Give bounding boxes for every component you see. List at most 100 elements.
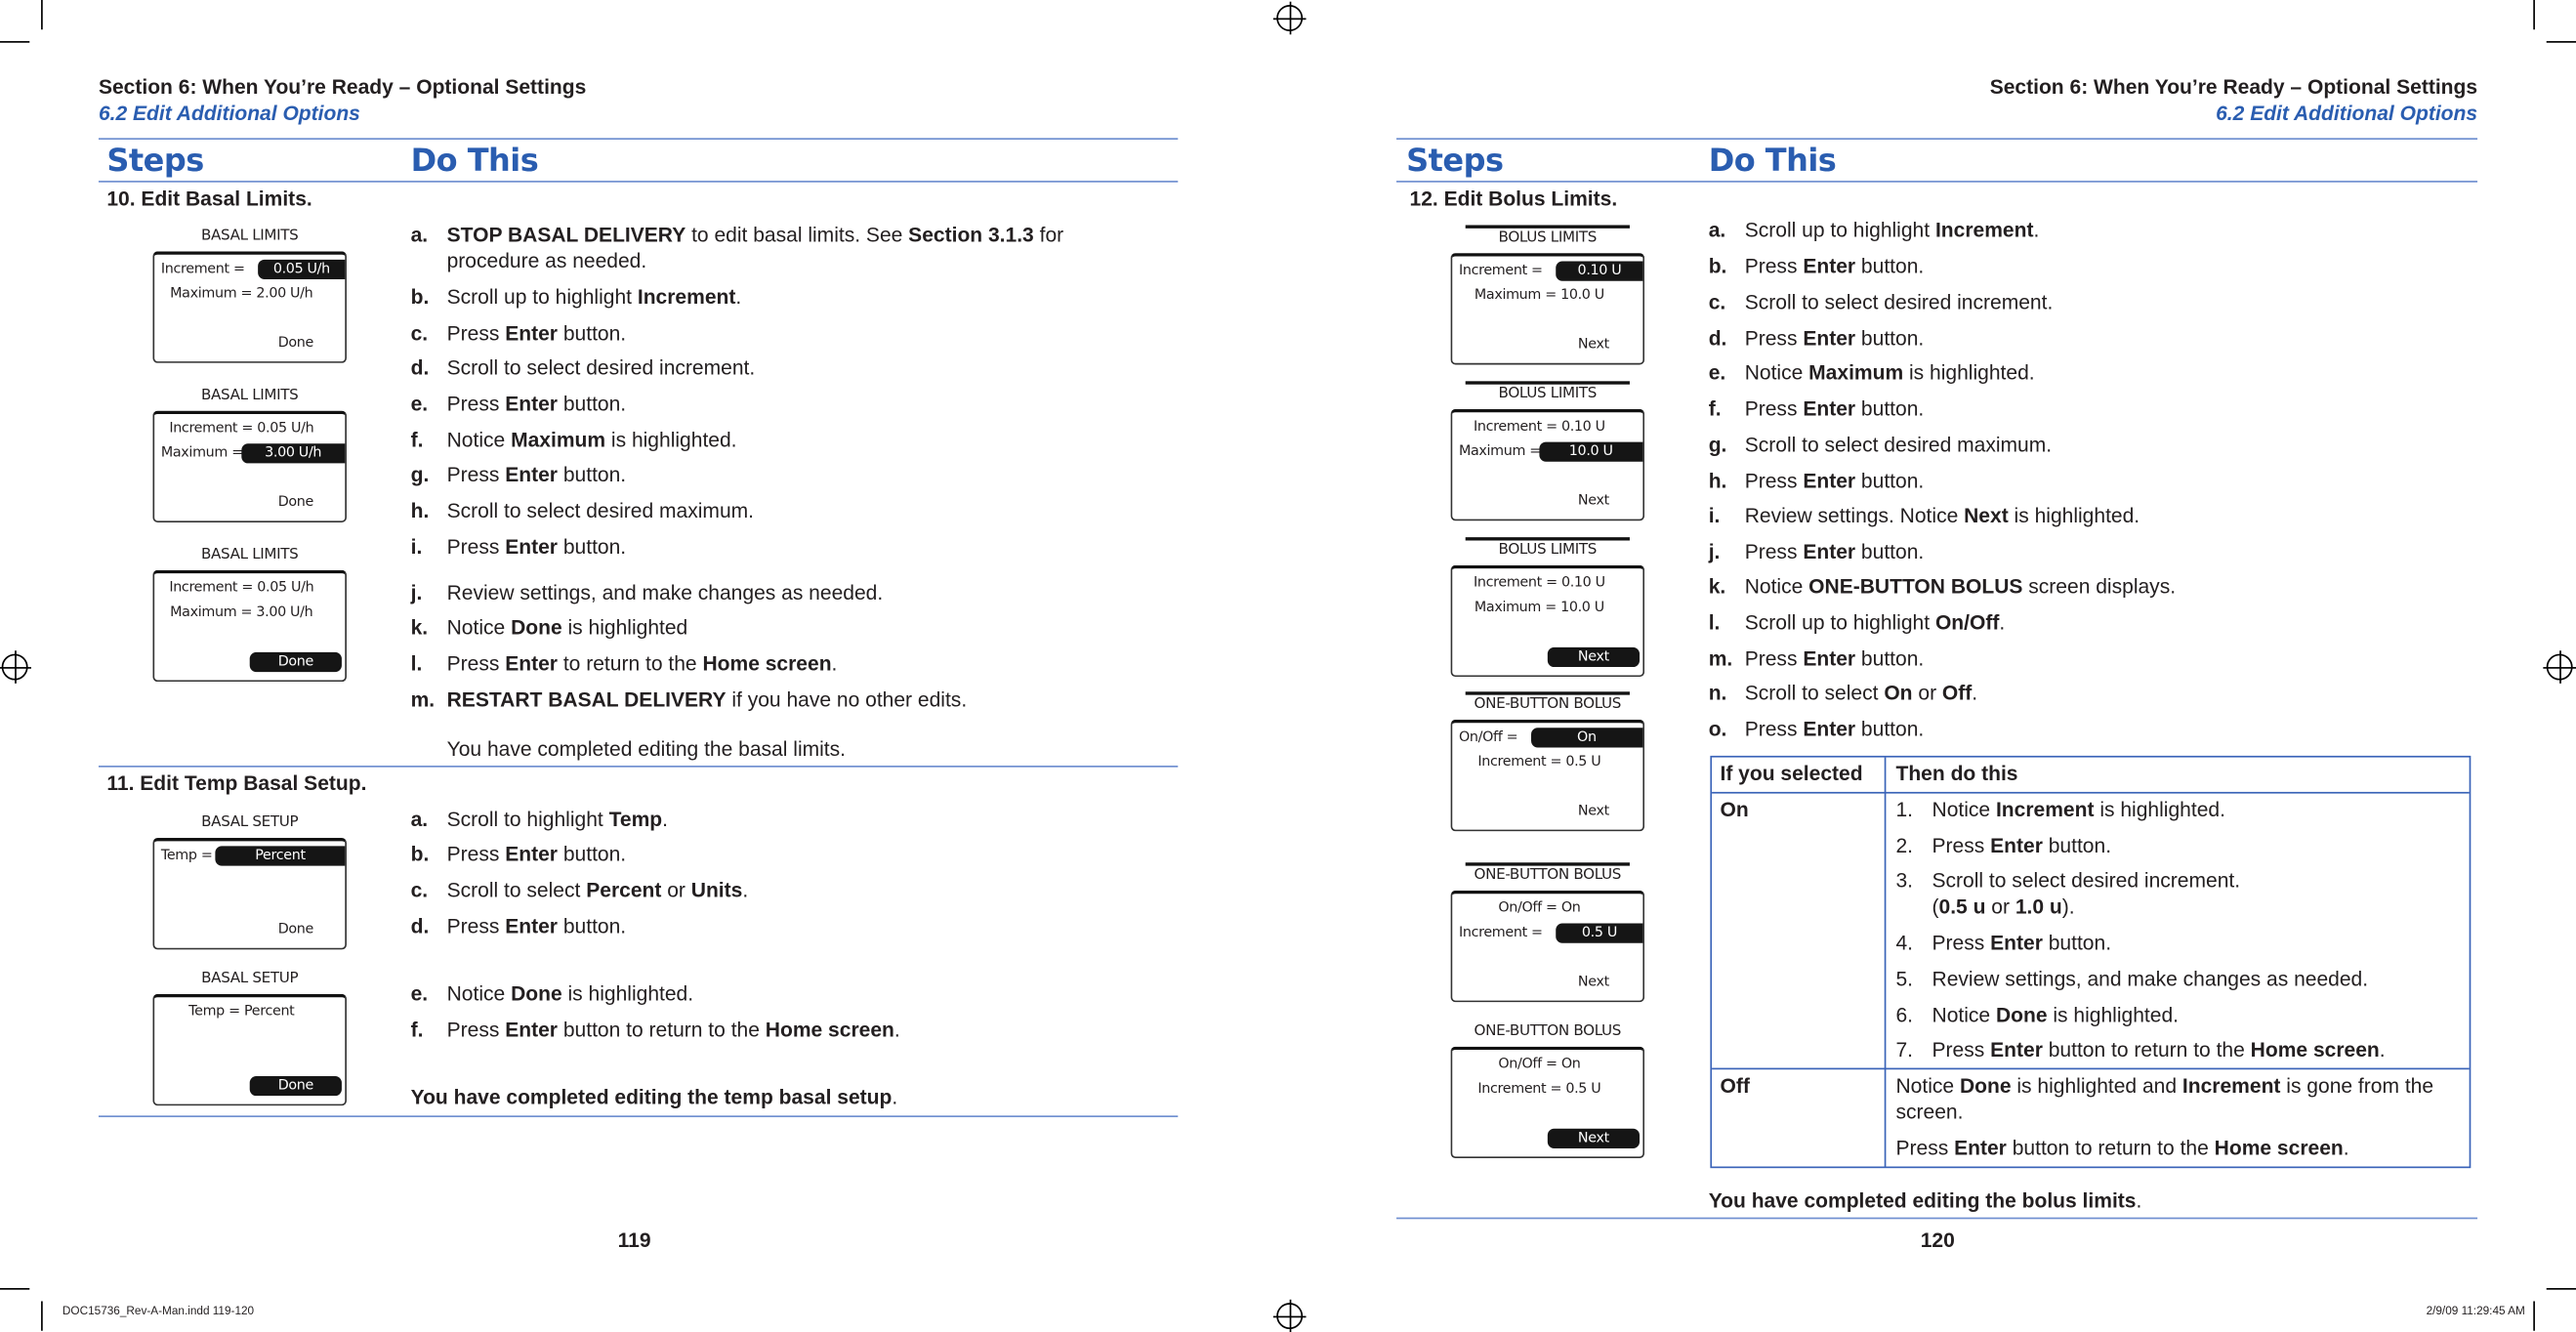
text-run: Scroll to select desired maximum. bbox=[446, 499, 755, 523]
text-run: screen displays. bbox=[2022, 574, 2177, 599]
text-run: is gone from the bbox=[2280, 1074, 2434, 1098]
table-instruction-line: 3. Scroll to select desired increment. bbox=[1895, 869, 2240, 893]
text-run: Scroll to highlight bbox=[446, 808, 609, 832]
text-run: Scroll up to highlight bbox=[1744, 218, 1935, 242]
text-run: or bbox=[1912, 682, 1942, 705]
list-number: 2. bbox=[1895, 834, 1914, 858]
step-letter: b. bbox=[1708, 254, 1727, 278]
step-text: Scroll to select On or Off. bbox=[1745, 681, 2465, 707]
step-text: Press Enter button. bbox=[1745, 539, 2465, 565]
bold-text: Increment bbox=[1995, 798, 2095, 822]
bold-text: RESTART BASAL DELIVERY bbox=[446, 687, 727, 712]
section-subtitle: 6.2 Edit Additional Options bbox=[2216, 102, 2478, 125]
divider bbox=[98, 138, 1179, 141]
text-run: button. bbox=[2042, 931, 2112, 955]
step-title: 10. Edit Basal Limits. bbox=[106, 187, 312, 211]
text-run: is highlighted. bbox=[2094, 798, 2225, 822]
text-run: . bbox=[735, 285, 742, 310]
bold-text: You have completed editing the bolus lim… bbox=[1708, 1189, 2137, 1213]
screen-button-next: Next bbox=[1577, 336, 1609, 354]
screen-button-next: Next bbox=[1547, 646, 1641, 668]
bold-text: ONE-BUTTON BOLUS bbox=[1808, 574, 2023, 599]
screen-title: ONE-BUTTON BOLUS bbox=[1474, 696, 1622, 714]
text-run: Press bbox=[1895, 1137, 1955, 1160]
text-run: . bbox=[2033, 218, 2040, 242]
screen-row-text: Maximum = 3.00 U/h bbox=[170, 604, 313, 621]
screen-button-done: Done bbox=[277, 494, 314, 512]
step-title: 11. Edit Temp Basal Setup. bbox=[106, 771, 367, 796]
text-run: You have completed editing the basal lim… bbox=[446, 737, 847, 761]
text-run: button to return to the bbox=[2006, 1137, 2215, 1160]
text-run: is highlighted. bbox=[561, 982, 694, 1006]
step-text: Press Enter button. bbox=[447, 391, 1158, 417]
step-text: Press Enter button. bbox=[1745, 717, 2465, 743]
text-run: . bbox=[662, 808, 669, 832]
document-spread: Section 6: When You’re Ready – Optional … bbox=[0, 0, 2576, 1332]
text-run: ). bbox=[2061, 895, 2075, 919]
text-run: Press bbox=[446, 651, 506, 676]
bold-text: Units bbox=[690, 879, 743, 902]
bold-text: Enter bbox=[1803, 646, 1856, 671]
bold-text: Increment bbox=[637, 285, 736, 310]
highlighted-value: 10.0 U bbox=[1539, 441, 1643, 462]
screen-row-label: Increment = bbox=[160, 261, 245, 278]
step-letter: a. bbox=[410, 808, 429, 832]
device-screen: On/Off = On Increment = 0.5 U Next bbox=[1450, 890, 1645, 1003]
screen-button-done: Done bbox=[249, 1075, 342, 1097]
line-text: Notice Done is highlighted. bbox=[1932, 1004, 2179, 1027]
screen-button-done: Done bbox=[277, 921, 314, 938]
bold-text: Enter bbox=[505, 843, 558, 866]
step-text: Press Enter button. bbox=[1745, 645, 2465, 672]
bold-text: Done bbox=[1995, 1003, 2048, 1027]
step-letter: d. bbox=[1708, 326, 1727, 351]
text-run: . bbox=[1972, 682, 1978, 705]
bold-text: Enter bbox=[1803, 326, 1856, 351]
step-text: Scroll to select desired increment. bbox=[447, 354, 1158, 381]
line-text: Notice Increment is highlighted. bbox=[1932, 799, 2225, 822]
bold-text: Enter bbox=[505, 393, 558, 416]
step-text: Scroll to highlight Temp. bbox=[447, 807, 1158, 833]
text-run: Notice bbox=[1932, 798, 1996, 822]
bold-text: 0.5 u bbox=[1938, 895, 1986, 919]
text-run: is highlighted. bbox=[605, 429, 737, 452]
list-number: 3. bbox=[1895, 868, 1914, 893]
screen-row-text: Increment = 0.10 U bbox=[1474, 574, 1605, 592]
text-run: is highlighted. bbox=[2047, 1003, 2179, 1027]
section-title: Section 6: When You’re Ready – Optional … bbox=[98, 75, 587, 99]
bold-text: Enter bbox=[1803, 254, 1856, 278]
table-rule bbox=[1712, 791, 2470, 794]
highlighted-value: Percent bbox=[215, 846, 346, 866]
screen-title: BOLUS LIMITS bbox=[1498, 386, 1598, 403]
screen-button-next: Next bbox=[1547, 1128, 1641, 1148]
completion-note: You have completed editing the temp basa… bbox=[411, 1084, 898, 1110]
text-run: Press bbox=[1744, 540, 1804, 564]
text-run: Press bbox=[1932, 1038, 1991, 1061]
step-text: Review settings, and make changes as nee… bbox=[447, 580, 1158, 606]
table-instruction-line: 4. Press Enter button. bbox=[1895, 932, 2111, 955]
bold-text: Enter bbox=[505, 651, 558, 676]
screen-row-label: Increment = bbox=[1458, 263, 1543, 280]
column-header-steps: Steps bbox=[106, 143, 204, 180]
screen-title: ONE-BUTTON BOLUS bbox=[1474, 867, 1622, 885]
text-run: screen. bbox=[1895, 1101, 1964, 1124]
completion-note: You have completed editing the bolus lim… bbox=[1709, 1187, 2142, 1214]
text-run: Scroll to select bbox=[1744, 682, 1885, 705]
text-run: button. bbox=[1855, 254, 1925, 278]
highlighted-value: 0.10 U bbox=[1556, 261, 1643, 281]
text-run: Notice bbox=[1744, 361, 1809, 385]
text-run: or bbox=[1985, 895, 2015, 919]
screen-button-done: Done bbox=[277, 335, 314, 353]
step-letter: b. bbox=[410, 843, 430, 866]
text-run: to edit basal limits. See bbox=[686, 223, 909, 247]
device-screen: On/Off = On Increment = 0.5 U Next bbox=[1450, 1046, 1645, 1159]
step-letter: i. bbox=[1708, 504, 1721, 528]
step-letter: h. bbox=[1708, 470, 1727, 493]
text-run: Press bbox=[1744, 254, 1804, 278]
table-header-then-do-this: Then do this bbox=[1895, 762, 2018, 786]
text-run: is highlighted and bbox=[2011, 1074, 2182, 1098]
step-letter: a. bbox=[1708, 218, 1726, 242]
screen-row: Increment = 0.10 U bbox=[1452, 573, 1642, 593]
text-run: button to return to the bbox=[2042, 1038, 2251, 1061]
screen-button-next: Next bbox=[1577, 974, 1609, 991]
column-header-do-this: Do This bbox=[1708, 143, 1837, 180]
